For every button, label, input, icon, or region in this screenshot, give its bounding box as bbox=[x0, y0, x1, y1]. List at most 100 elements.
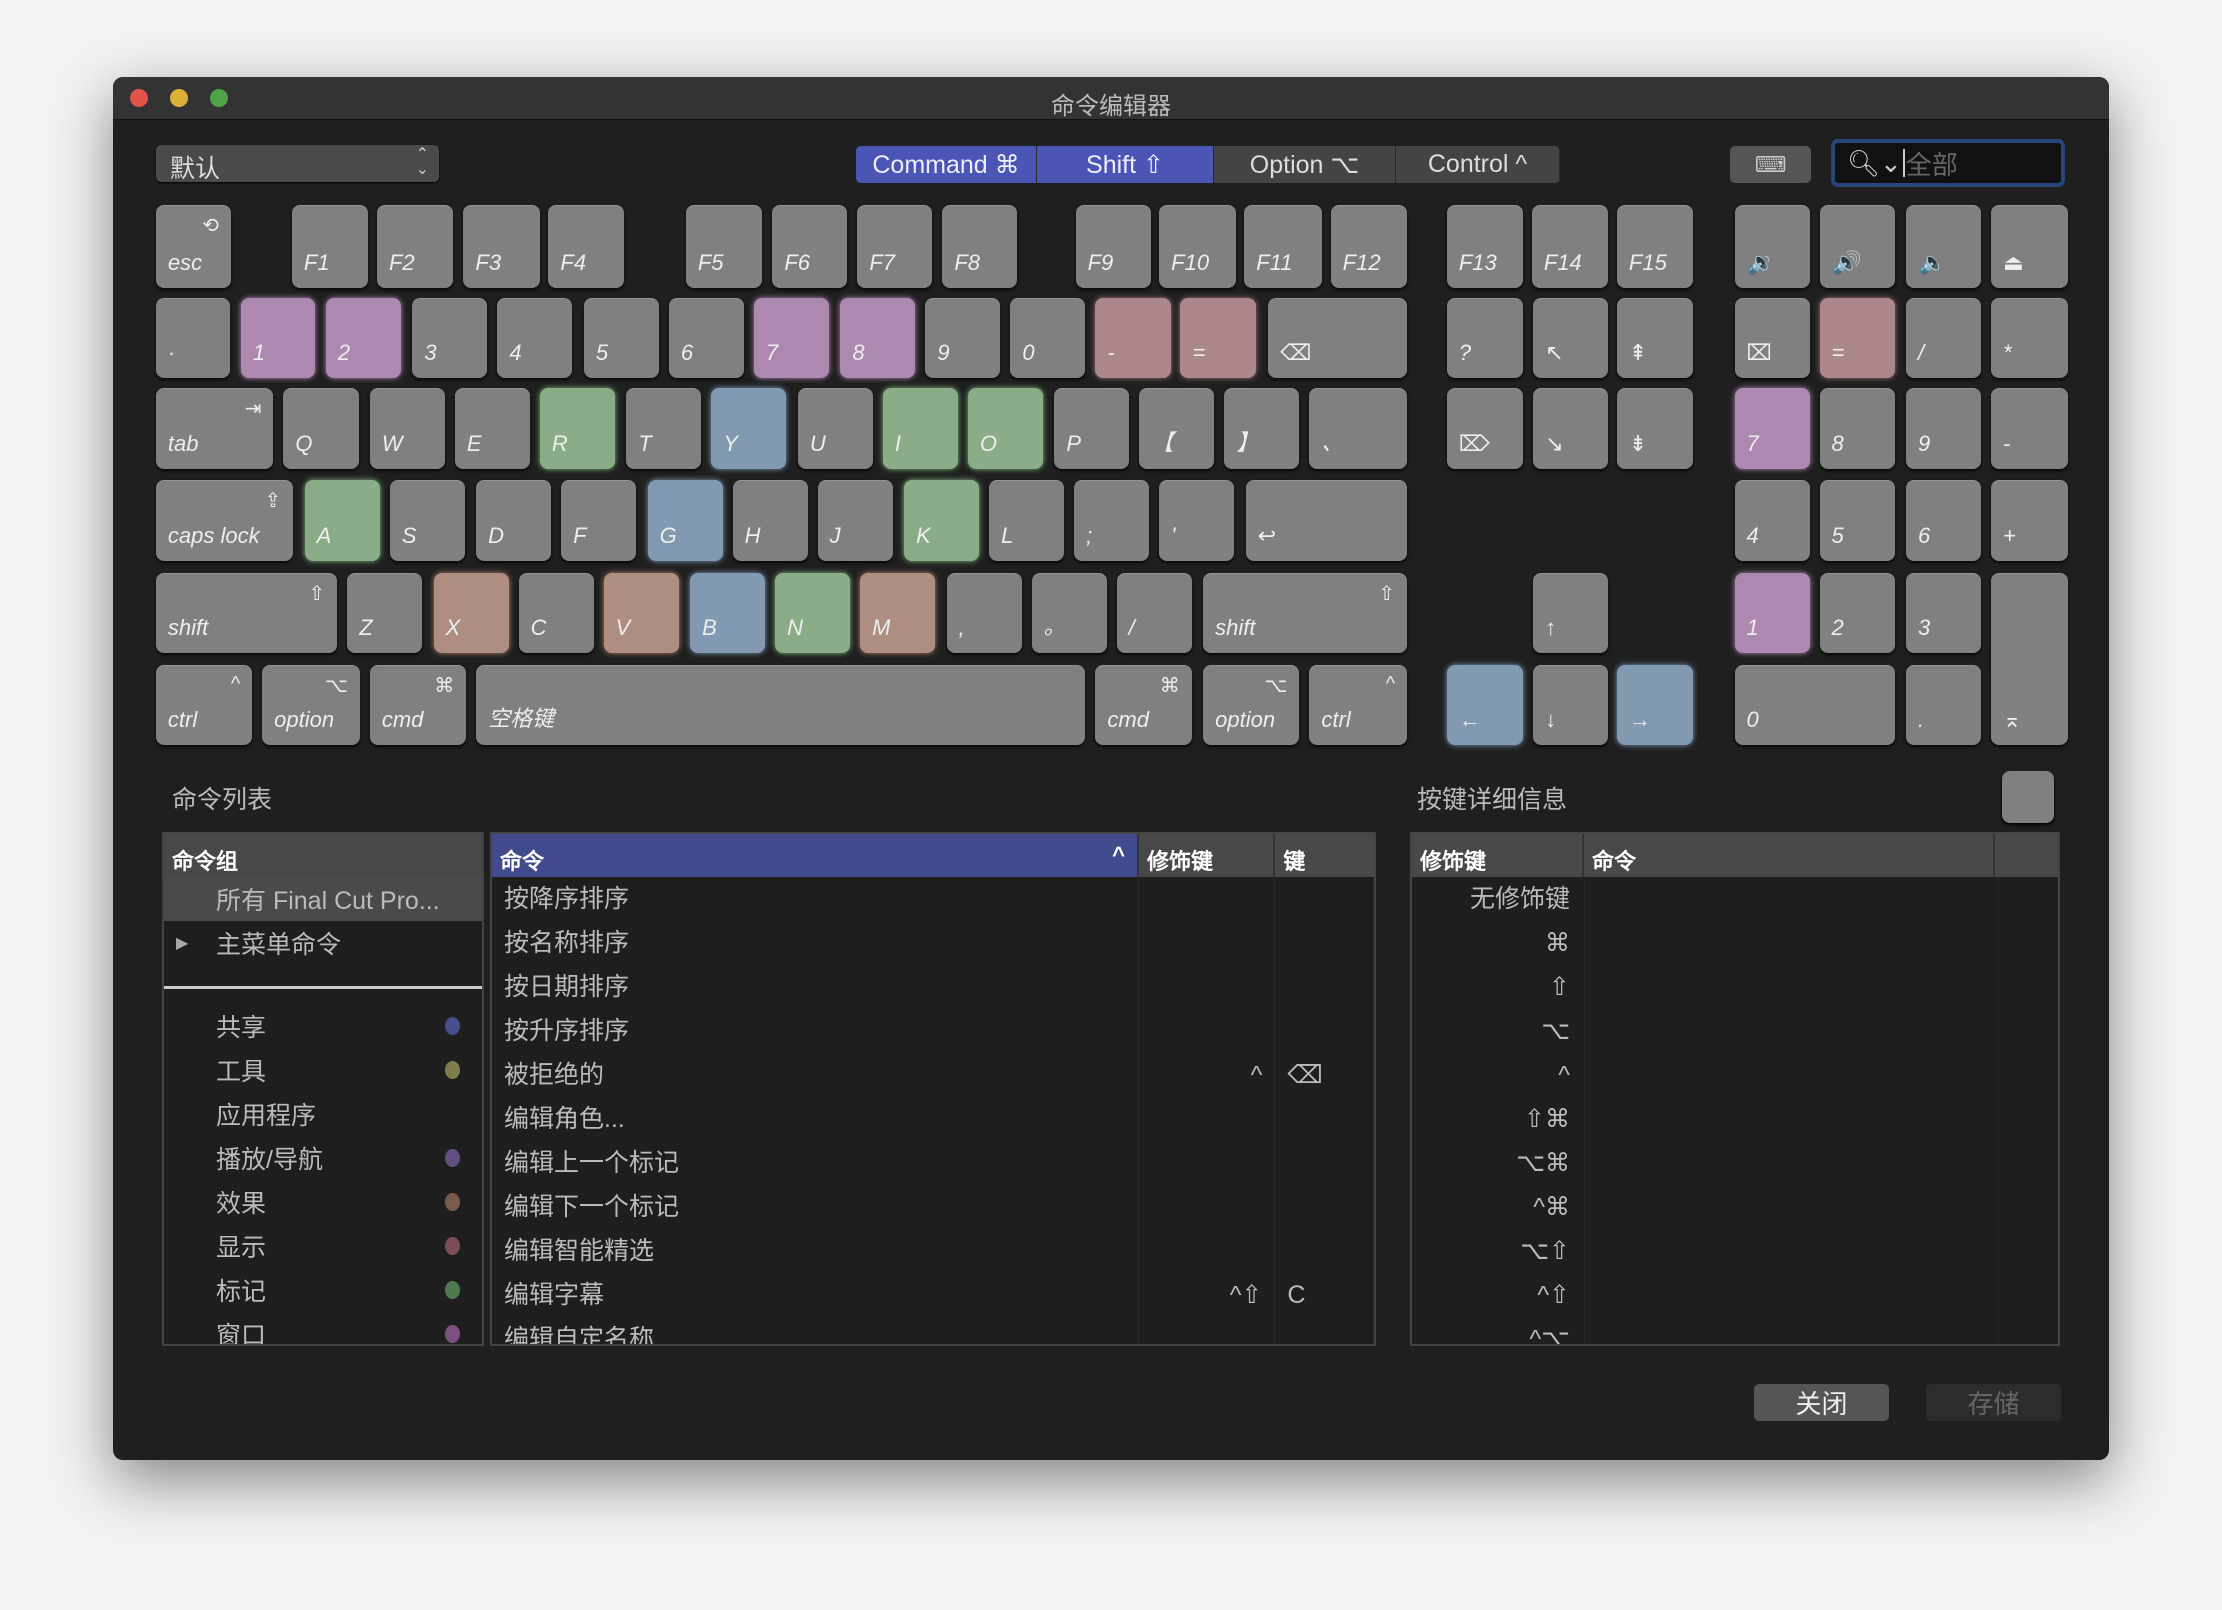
key-k[interactable]: 6 bbox=[668, 297, 744, 379]
key-k[interactable]: = bbox=[1180, 297, 1256, 379]
keyboard-highlight-button[interactable]: ⌨ bbox=[1730, 146, 1811, 183]
key-k[interactable]: ; bbox=[1074, 480, 1150, 562]
key-k[interactable]: esc ⟲ bbox=[155, 205, 231, 288]
key-k[interactable]: 4 bbox=[1734, 480, 1810, 562]
close-button[interactable]: 关闭 bbox=[1754, 1384, 1889, 1421]
key-k[interactable]: 5 bbox=[583, 297, 659, 379]
disclosure-triangle-icon[interactable]: ▶ bbox=[176, 933, 188, 953]
modifier-control-button[interactable]: Control ^ bbox=[1396, 146, 1560, 183]
command-row[interactable]: 按日期排序 bbox=[492, 965, 1374, 1009]
key-k[interactable]: , bbox=[946, 572, 1022, 654]
command-row[interactable]: 编辑自定名称... bbox=[492, 1317, 1374, 1344]
key-k[interactable]: M bbox=[860, 572, 936, 654]
key-k[interactable]: H bbox=[732, 480, 808, 562]
key-k[interactable]: ⇞ bbox=[1616, 297, 1694, 379]
key-k[interactable]: ⌅ bbox=[1991, 572, 2068, 746]
command-row[interactable]: 按升序排序 bbox=[492, 1009, 1374, 1053]
group-row[interactable]: 所有 Final Cut Pro... bbox=[164, 877, 482, 921]
key-k[interactable]: · bbox=[155, 297, 230, 379]
key-k[interactable]: 1 bbox=[1734, 572, 1810, 654]
key-k[interactable]: ↑ bbox=[1533, 572, 1609, 654]
group-row[interactable]: 应用程序 bbox=[164, 1092, 482, 1136]
key-k[interactable]: V bbox=[603, 572, 679, 654]
column-header-key[interactable]: 键 bbox=[1275, 834, 1374, 877]
modifier-option-button[interactable]: Option ⌥ bbox=[1214, 146, 1396, 183]
column-header-command[interactable]: 命令 bbox=[1584, 834, 1996, 877]
key-k[interactable]: Y bbox=[711, 388, 787, 470]
key-k[interactable]: ⏏ bbox=[1991, 205, 2068, 288]
key-k[interactable]: tab ⇥ bbox=[155, 388, 274, 470]
key-k[interactable]: ← bbox=[1446, 664, 1524, 746]
key-k[interactable]: - bbox=[1991, 388, 2068, 470]
key-k[interactable]: 。 bbox=[1031, 572, 1107, 654]
preset-dropdown[interactable]: 默认 ⌃ ⌄ bbox=[156, 145, 439, 183]
key-k[interactable]: ⇟ bbox=[1616, 388, 1694, 470]
key-k[interactable]: F15 bbox=[1616, 205, 1694, 288]
key-k[interactable]: T bbox=[626, 388, 702, 470]
command-row[interactable]: 编辑角色... bbox=[492, 1097, 1374, 1141]
key-ctrl[interactable]: ctrl ^ bbox=[155, 664, 253, 746]
key-caps-lock[interactable]: caps lock ⇪ bbox=[155, 480, 294, 562]
key-k[interactable]: - bbox=[1095, 297, 1171, 379]
key-k[interactable]: 7 bbox=[1734, 388, 1810, 470]
key-k[interactable]: ↓ bbox=[1533, 664, 1609, 746]
key-k[interactable]: R bbox=[539, 388, 615, 470]
key-k[interactable]: 4 bbox=[497, 297, 573, 379]
key-k[interactable]: 空格键 bbox=[476, 664, 1086, 746]
key-k[interactable]: B bbox=[690, 572, 766, 654]
key-k[interactable]: ⌧ bbox=[1734, 297, 1810, 379]
key-k[interactable]: F6 bbox=[772, 205, 848, 288]
key-shift[interactable]: shift ⇧ bbox=[155, 572, 338, 654]
command-row[interactable]: 编辑智能精选 bbox=[492, 1229, 1374, 1273]
key-k[interactable]: F4 bbox=[548, 205, 624, 288]
key-k[interactable]: 5 bbox=[1819, 480, 1895, 562]
key-k[interactable]: D bbox=[476, 480, 552, 562]
key-k[interactable]: 】 bbox=[1224, 388, 1300, 470]
key-k[interactable]: ↖ bbox=[1533, 297, 1609, 379]
key-k[interactable]: K bbox=[904, 480, 980, 562]
key-k[interactable]: ⌫ bbox=[1268, 297, 1408, 379]
group-row[interactable]: 效果 bbox=[164, 1180, 482, 1224]
key-k[interactable]: Z bbox=[347, 572, 423, 654]
key-k[interactable]: 、 bbox=[1309, 388, 1408, 470]
key-k[interactable]: F11 bbox=[1244, 205, 1323, 288]
modifier-shift-button[interactable]: Shift ⇧ bbox=[1037, 146, 1214, 183]
command-row[interactable]: 按降序排序 bbox=[492, 877, 1374, 921]
command-row[interactable]: 编辑下一个标记 bbox=[492, 1185, 1374, 1229]
key-k[interactable]: E bbox=[454, 388, 530, 470]
key-k[interactable]: = bbox=[1819, 297, 1895, 379]
key-k[interactable]: ↘ bbox=[1533, 388, 1609, 470]
key-option[interactable]: option ⌥ bbox=[1203, 664, 1300, 746]
key-k[interactable]: X bbox=[433, 572, 509, 654]
key-shift[interactable]: shift ⇧ bbox=[1203, 572, 1408, 654]
modifier-command-button[interactable]: Command ⌘ bbox=[856, 146, 1037, 183]
key-k[interactable]: S bbox=[389, 480, 465, 562]
key-k[interactable]: F5 bbox=[685, 205, 763, 288]
group-row[interactable]: 共享 bbox=[164, 1004, 482, 1048]
key-k[interactable]: P bbox=[1054, 388, 1130, 470]
key-k[interactable]: W bbox=[369, 388, 445, 470]
key-k[interactable]: 8 bbox=[840, 297, 916, 379]
group-row[interactable]: 窗口 bbox=[164, 1312, 482, 1344]
command-row[interactable]: 按名称排序 bbox=[492, 921, 1374, 965]
key-k[interactable]: 9 bbox=[1905, 388, 1982, 470]
key-k[interactable]: C bbox=[518, 572, 594, 654]
key-k[interactable]: 🔉 bbox=[1734, 205, 1810, 288]
key-k[interactable]: * bbox=[1991, 297, 2068, 379]
column-header-groups[interactable]: 命令组 bbox=[164, 834, 482, 877]
key-k[interactable]: F bbox=[561, 480, 637, 562]
key-k[interactable]: A bbox=[304, 480, 380, 562]
key-k[interactable]: ⌦ bbox=[1446, 388, 1524, 470]
key-k[interactable]: F3 bbox=[463, 205, 540, 288]
command-row[interactable]: 编辑上一个标记 bbox=[492, 1141, 1374, 1185]
key-k[interactable]: L bbox=[989, 480, 1065, 562]
key-k[interactable]: 7 bbox=[753, 297, 829, 379]
key-k[interactable]: 2 bbox=[1819, 572, 1895, 654]
key-k[interactable]: I bbox=[882, 388, 958, 470]
key-k[interactable]: F1 bbox=[291, 205, 369, 288]
key-k[interactable]: 🔈 bbox=[1905, 205, 1982, 288]
key-option[interactable]: option ⌥ bbox=[262, 664, 360, 746]
column-header-command[interactable]: 命令 ^ bbox=[492, 834, 1139, 877]
key-k[interactable]: 🔊 bbox=[1819, 205, 1895, 288]
key-k[interactable]: F13 bbox=[1446, 205, 1524, 288]
